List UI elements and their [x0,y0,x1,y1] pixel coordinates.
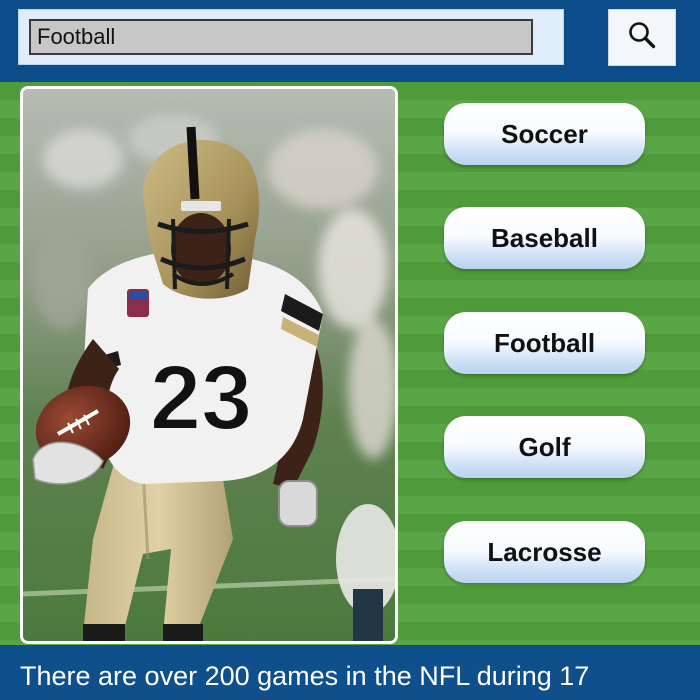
fact-footer: There are over 200 games in the NFL duri… [0,645,700,700]
search-input[interactable] [29,19,533,55]
search-icon [626,19,658,56]
sport-button-football[interactable]: Football [444,312,645,374]
sport-button-soccer[interactable]: Soccer [444,103,645,165]
field-panel: 23 Soccer Baseball Football Golf Lacross… [0,82,700,645]
fact-text: There are over 200 games in the NFL duri… [20,661,590,691]
search-frame [18,9,564,65]
sport-button-lacrosse[interactable]: Lacrosse [444,521,645,583]
search-button[interactable] [608,9,676,66]
football-player-image: 23 [20,86,398,644]
sport-button-baseball[interactable]: Baseball [444,207,645,269]
header-bar [0,0,700,82]
sport-button-golf[interactable]: Golf [444,416,645,478]
jersey-number: 23 [150,347,252,449]
sports-app: 23 [0,0,700,700]
